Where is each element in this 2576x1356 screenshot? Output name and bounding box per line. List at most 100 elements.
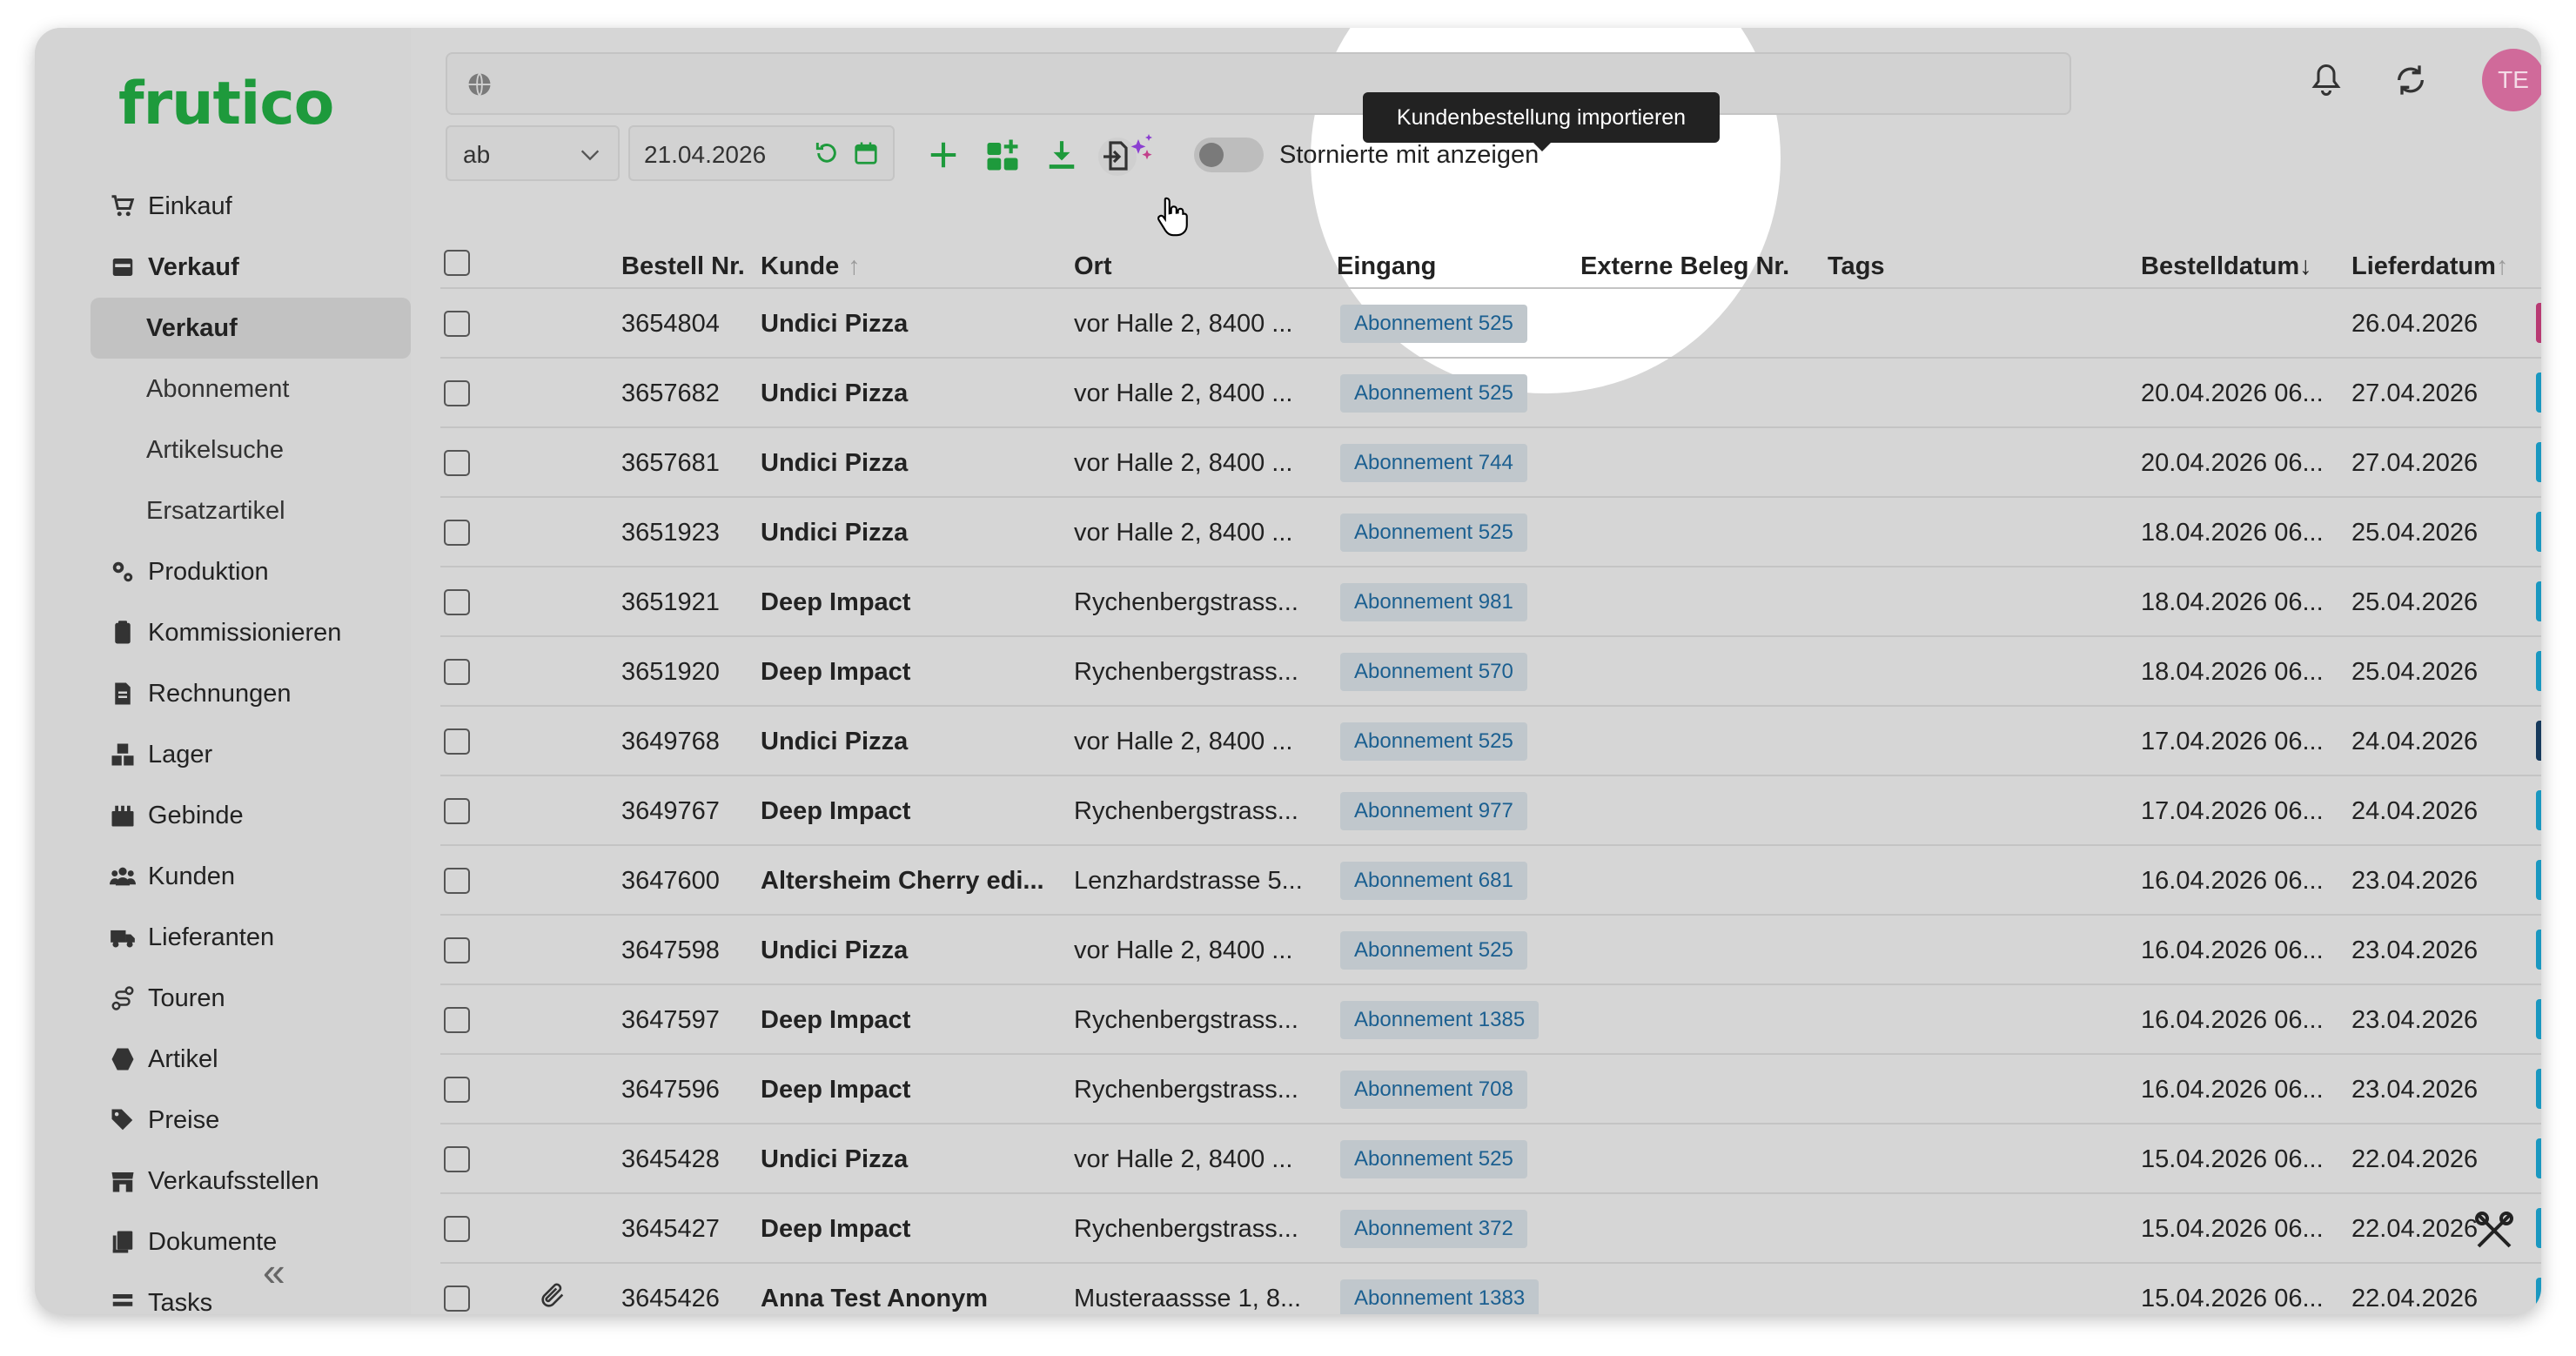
table-row[interactable]: 3647597 Deep Impact Rychenbergstrass... Abo…: [440, 985, 2541, 1055]
table-row[interactable]: 3645426 Anna Test Anonym Musteraassse 1, 8…: [440, 1264, 2541, 1314]
show-cancelled-toggle[interactable]: [1194, 138, 1264, 172]
table-row[interactable]: 3647596 Deep Impact Rychenbergstrass... Abo…: [440, 1055, 2541, 1124]
eingang-badge[interactable]: Abonnement 1385: [1340, 1001, 1540, 1039]
table-row[interactable]: 3651920 Deep Impact Rychenbergstrass... Abo…: [440, 637, 2541, 707]
sidebar-item-preise[interactable]: Preise: [63, 1090, 411, 1151]
row-checkbox[interactable]: [444, 311, 470, 337]
import-order-button[interactable]: [1095, 134, 1168, 176]
table-row[interactable]: 3651923 Undici Pizza vor Halle 2, 8400 ...…: [440, 498, 2541, 567]
col-tags[interactable]: Tags: [1828, 252, 1885, 281]
eingang-badge[interactable]: Abonnement 525: [1340, 722, 1527, 761]
sidebar-item-label: Dokumente: [148, 1227, 278, 1256]
sidebar-item-tasks[interactable]: Tasks: [63, 1272, 411, 1314]
table-row[interactable]: 3647598 Undici Pizza vor Halle 2, 8400 ...…: [440, 916, 2541, 985]
delivery-date: 25.04.2026: [2351, 519, 2479, 547]
sidebar-item-produktion[interactable]: Produktion: [63, 541, 411, 602]
sidebar-item-artikel[interactable]: Artikel: [63, 1029, 411, 1090]
date-field[interactable]: 21.04.2026: [628, 125, 895, 181]
row-checkbox[interactable]: [444, 937, 470, 963]
table-row[interactable]: 3649767 Deep Impact Rychenbergstrass... Abo…: [440, 776, 2541, 846]
sidebar-subitem-artikelsuche[interactable]: Artikelsuche: [63, 420, 411, 480]
row-checkbox[interactable]: [444, 868, 470, 894]
table-row[interactable]: 3654804 Undici Pizza vor Halle 2, 8400 ...…: [440, 289, 2541, 359]
bell-icon[interactable]: [2311, 63, 2342, 102]
eingang-badge[interactable]: Abonnement 372: [1340, 1210, 1527, 1248]
sidebar-item-einkauf[interactable]: Einkauf: [63, 176, 411, 237]
sidebar-item-kunden[interactable]: Kunden: [63, 846, 411, 907]
tools-icon[interactable]: [2473, 1210, 2515, 1256]
sidebar-item-rechnungen[interactable]: Rechnungen: [63, 663, 411, 724]
row-checkbox[interactable]: [444, 1286, 470, 1312]
avatar[interactable]: TE: [2482, 49, 2541, 111]
reset-date-icon[interactable]: [813, 139, 841, 173]
row-checkbox[interactable]: [444, 1216, 470, 1242]
eingang-badge[interactable]: Abonnement 708: [1340, 1071, 1527, 1109]
sidebar-item-verkaufsstellen[interactable]: Verkaufsstellen: [63, 1151, 411, 1212]
row-checkbox[interactable]: [444, 520, 470, 546]
eingang-badge[interactable]: Abonnement 525: [1340, 514, 1527, 552]
table-row[interactable]: 3649768 Undici Pizza vor Halle 2, 8400 ...…: [440, 707, 2541, 776]
row-checkbox[interactable]: [444, 659, 470, 685]
sidebar-subitem-verkauf[interactable]: Verkauf: [91, 298, 411, 359]
refresh-icon[interactable]: [2393, 63, 2428, 102]
col-ort[interactable]: Ort: [1074, 252, 1112, 281]
select-all-checkbox[interactable]: [444, 250, 470, 276]
app-logo[interactable]: frutico: [118, 70, 334, 138]
row-checkbox[interactable]: [444, 1077, 470, 1103]
row-checkbox[interactable]: [444, 589, 470, 615]
sidebar-item-lieferanten[interactable]: Lieferanten: [63, 907, 411, 968]
invoice-icon: [110, 681, 136, 707]
collapse-sidebar-icon[interactable]: «: [263, 1248, 285, 1295]
eingang-badge[interactable]: Abonnement 525: [1340, 374, 1527, 413]
table-row[interactable]: 3651921 Deep Impact Rychenbergstrass... Abo…: [440, 567, 2541, 637]
table-row[interactable]: 3657681 Undici Pizza vor Halle 2, 8400 ...…: [440, 428, 2541, 498]
status-indicator: [2536, 860, 2541, 900]
sidebar-item-touren[interactable]: Touren: [63, 968, 411, 1029]
col-bestell-nr[interactable]: Bestell Nr.: [621, 252, 745, 281]
order-date: 15.04.2026 06...: [2141, 1215, 2324, 1243]
paperclip-icon[interactable]: [538, 1281, 567, 1314]
eingang-badge[interactable]: Abonnement 525: [1340, 1140, 1527, 1178]
col-lieferdatum[interactable]: Lieferdatum↑: [2351, 252, 2508, 281]
row-checkbox[interactable]: [444, 798, 470, 824]
row-checkbox[interactable]: [444, 1146, 470, 1172]
table-row[interactable]: 3647600 Altersheim Cherry edi... Lenzhards…: [440, 846, 2541, 916]
calendar-icon[interactable]: [853, 139, 879, 173]
col-eingang[interactable]: Eingang: [1337, 252, 1436, 281]
table-row[interactable]: 3645427 Deep Impact Rychenbergstrass... Abo…: [440, 1194, 2541, 1264]
sidebar-subitem-ersatzartikel[interactable]: Ersatzartikel: [63, 480, 411, 541]
sidebar-item-dokumente[interactable]: Dokumente: [63, 1212, 411, 1272]
download-button[interactable]: [1043, 136, 1081, 174]
add-multiple-button[interactable]: [983, 136, 1022, 174]
eingang-badge[interactable]: Abonnement 525: [1340, 931, 1527, 970]
eingang-badge[interactable]: Abonnement 1383: [1340, 1279, 1540, 1314]
sidebar-item-gebinde[interactable]: Gebinde: [63, 785, 411, 846]
eingang-badge[interactable]: Abonnement 525: [1340, 305, 1527, 343]
search-input[interactable]: [446, 52, 2071, 115]
order-number: 3649767: [621, 797, 720, 825]
col-externe-beleg[interactable]: Externe Beleg Nr.: [1580, 252, 1789, 281]
sidebar-item-lager[interactable]: Lager: [63, 724, 411, 785]
row-checkbox[interactable]: [444, 450, 470, 476]
sidebar-item-verkauf[interactable]: Verkauf: [63, 237, 411, 298]
row-checkbox[interactable]: [444, 1007, 470, 1033]
table-row[interactable]: 3645428 Undici Pizza vor Halle 2, 8400 ...…: [440, 1124, 2541, 1194]
row-checkbox[interactable]: [444, 380, 470, 406]
sidebar-item-label: Einkauf: [148, 191, 232, 220]
col-bestelldatum[interactable]: Bestelldatum↓: [2141, 252, 2312, 281]
sidebar-item-label: Verkauf: [148, 252, 239, 281]
sort-up-icon: ↑: [2495, 252, 2509, 280]
filter-select[interactable]: ab: [446, 125, 620, 181]
eingang-badge[interactable]: Abonnement 744: [1340, 444, 1527, 482]
row-checkbox[interactable]: [444, 728, 470, 755]
col-kunde[interactable]: Kunde ↑: [761, 252, 861, 281]
add-order-button[interactable]: [924, 136, 963, 174]
sidebar-subitem-abonnement[interactable]: Abonnement: [63, 359, 411, 420]
eingang-badge[interactable]: Abonnement 981: [1340, 583, 1527, 621]
eingang-badge[interactable]: Abonnement 681: [1340, 862, 1527, 900]
eingang-badge[interactable]: Abonnement 977: [1340, 792, 1527, 830]
sidebar-item-kommissionieren[interactable]: Kommissionieren: [63, 602, 411, 663]
table-row[interactable]: 3657682 Undici Pizza vor Halle 2, 8400 ...…: [440, 359, 2541, 428]
eingang-badge[interactable]: Abonnement 570: [1340, 653, 1527, 691]
table-body: 3654804 Undici Pizza vor Halle 2, 8400 ...…: [440, 289, 2541, 1314]
